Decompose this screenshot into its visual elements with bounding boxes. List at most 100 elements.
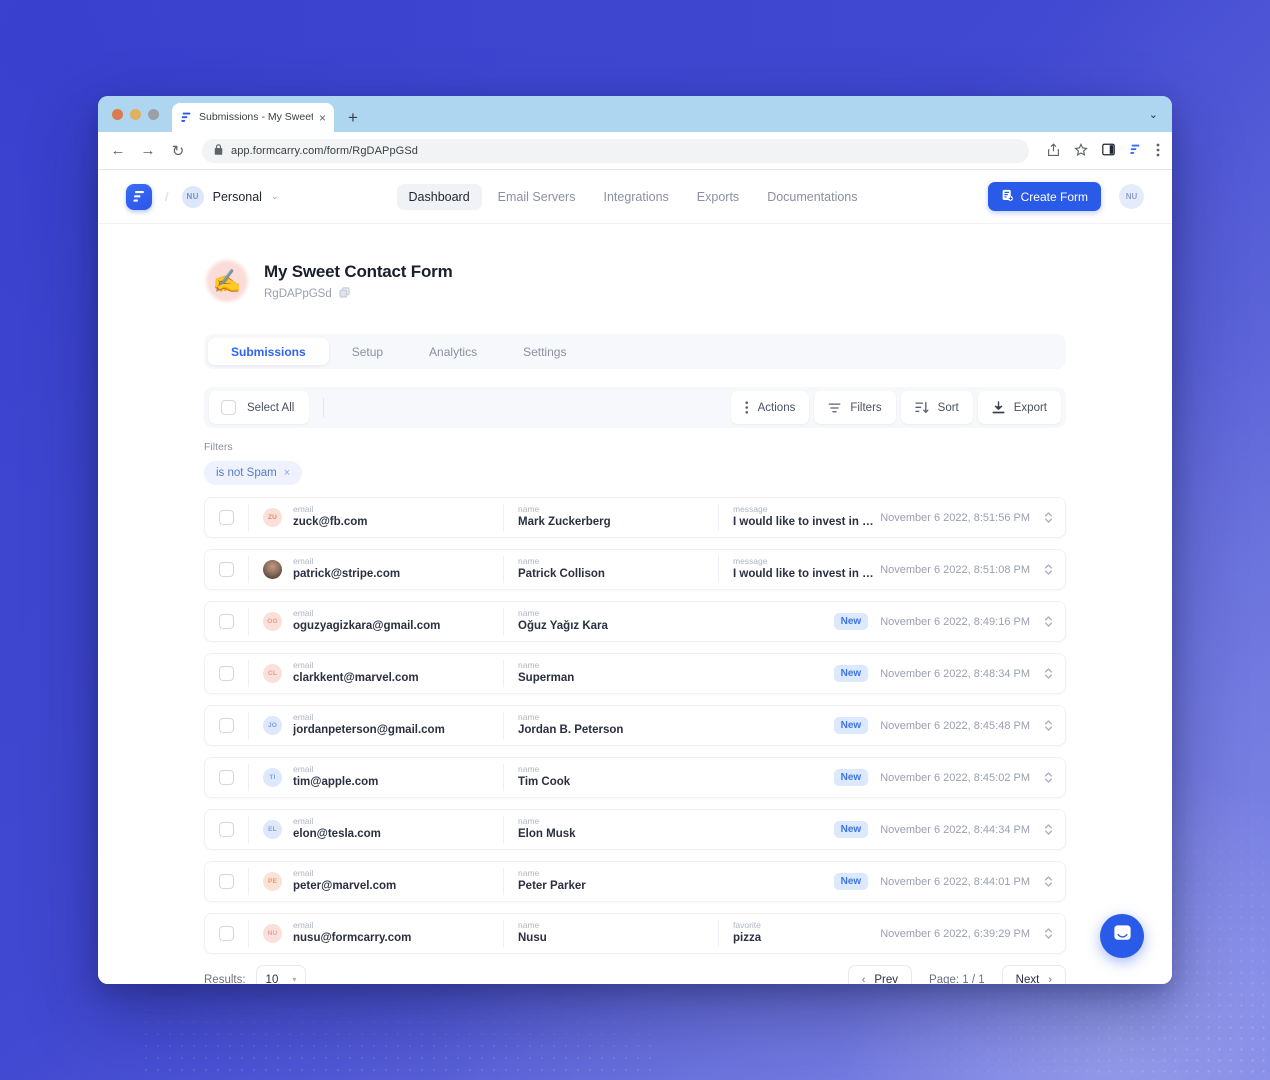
new-tab-button[interactable]: +: [348, 109, 358, 126]
close-window-button[interactable]: [112, 109, 123, 120]
maximize-window-button[interactable]: [148, 109, 159, 120]
copy-icon[interactable]: [339, 286, 350, 301]
status-badge: New: [833, 821, 869, 838]
avatar: JO: [263, 716, 282, 735]
cell-detail: message I would like to invest in Formcar…: [733, 504, 880, 531]
sort-button[interactable]: Sort: [900, 391, 973, 424]
kebab-menu-icon[interactable]: [1156, 143, 1160, 159]
select-all-button[interactable]: Select All: [209, 391, 310, 424]
tab-settings[interactable]: Settings: [500, 338, 589, 365]
cell-name-key: name: [518, 556, 540, 566]
row-checkbox[interactable]: [219, 770, 234, 785]
side-panel-icon[interactable]: [1102, 143, 1115, 158]
expand-row-icon[interactable]: [1044, 667, 1053, 680]
expand-row-icon[interactable]: [1044, 615, 1053, 628]
submission-date: November 6 2022, 8:49:16 PM: [880, 615, 1030, 628]
formcarry-logo-icon[interactable]: [126, 183, 152, 210]
expand-row-icon[interactable]: [1044, 719, 1053, 732]
share-icon[interactable]: [1047, 142, 1060, 159]
create-form-button[interactable]: Create Form: [987, 182, 1101, 211]
nav-link-exports[interactable]: Exports: [685, 184, 751, 210]
submissions-list: ZU email zuck@fb.com name Mark Zuckerberg mes…: [204, 497, 1066, 954]
row-divider: [503, 868, 504, 895]
avatar[interactable]: NU: [1119, 184, 1144, 209]
chevron-right-icon: ›: [1048, 973, 1052, 985]
expand-row-icon[interactable]: [1044, 771, 1053, 784]
next-page-button[interactable]: Next ›: [1001, 965, 1066, 985]
chevron-down-icon[interactable]: ⌄: [1149, 108, 1158, 121]
browser-tab[interactable]: Submissions - My Sweet Conta ×: [172, 103, 334, 132]
filters-button[interactable]: Filters: [814, 391, 896, 424]
cell-name-value: Mark Zuckerberg: [518, 516, 611, 529]
row-divider: [248, 764, 249, 791]
submission-date: November 6 2022, 8:44:34 PM: [880, 823, 1030, 836]
formcarry-favicon-icon: [180, 111, 193, 124]
submission-date: November 6 2022, 8:45:02 PM: [880, 771, 1030, 784]
row-checkbox[interactable]: [219, 718, 234, 733]
table-row[interactable]: TI email tim@apple.com name Tim Cook New Novem…: [204, 757, 1066, 798]
close-tab-button[interactable]: ×: [319, 112, 326, 124]
cell-name-key: name: [518, 660, 540, 670]
actions-button[interactable]: Actions: [731, 391, 810, 424]
close-icon[interactable]: ×: [284, 467, 290, 479]
forward-icon[interactable]: →: [140, 142, 156, 159]
expand-row-icon[interactable]: [1044, 511, 1053, 524]
row-checkbox[interactable]: [219, 614, 234, 629]
intercom-chat-button[interactable]: [1100, 914, 1144, 958]
filter-chip-is-not-spam[interactable]: is not Spam ×: [204, 461, 303, 485]
workspace-name[interactable]: Personal: [213, 190, 262, 204]
table-row[interactable]: EL email elon@tesla.com name Elon Musk New Nov…: [204, 809, 1066, 850]
chevron-down-icon[interactable]: ⌄: [271, 191, 279, 202]
results-per-page-select[interactable]: 10 ▾: [255, 965, 307, 985]
row-checkbox[interactable]: [219, 822, 234, 837]
table-row[interactable]: CL email clarkkent@marvel.com name Superman N…: [204, 653, 1066, 694]
minimize-window-button[interactable]: [130, 109, 141, 120]
cell-email-key: email: [293, 712, 314, 722]
table-row[interactable]: JO email jordanpeterson@gmail.com name Jorda…: [204, 705, 1066, 746]
results-per-page-value: 10: [265, 973, 279, 985]
cell-name-value: Peter Parker: [518, 880, 586, 893]
nav-link-documentations[interactable]: Documentations: [755, 184, 869, 210]
chevron-down-icon: ▾: [292, 975, 297, 984]
table-row[interactable]: NU email nusu@formcarry.com name Nusu favorit…: [204, 913, 1066, 954]
nav-link-email-servers[interactable]: Email Servers: [486, 184, 588, 210]
table-row[interactable]: PE email peter@marvel.com name Peter Parker N…: [204, 861, 1066, 902]
expand-row-icon[interactable]: [1044, 823, 1053, 836]
export-button[interactable]: Export: [977, 391, 1061, 424]
tab-setup[interactable]: Setup: [329, 338, 406, 365]
window-controls[interactable]: [112, 109, 159, 120]
back-icon[interactable]: ←: [110, 142, 126, 159]
cell-name-key: name: [518, 764, 540, 774]
table-row[interactable]: email patrick@stripe.com name Patrick Colli…: [204, 549, 1066, 590]
cell-email-value: tim@apple.com: [293, 776, 379, 789]
reload-icon[interactable]: ↻: [170, 142, 186, 160]
cell-name: name Nusu: [518, 920, 704, 947]
address-bar[interactable]: app.formcarry.com/form/RgDAPpGSd: [202, 138, 1029, 163]
expand-row-icon[interactable]: [1044, 927, 1053, 940]
tab-analytics[interactable]: Analytics: [406, 338, 500, 365]
row-checkbox[interactable]: [219, 510, 234, 525]
table-row[interactable]: OG email oguzyagizkara@gmail.com name Oğuz Y…: [204, 601, 1066, 642]
row-checkbox[interactable]: [219, 874, 234, 889]
cell-email: email nusu@formcarry.com: [293, 920, 489, 947]
expand-row-icon[interactable]: [1044, 563, 1053, 576]
expand-row-icon[interactable]: [1044, 875, 1053, 888]
formcarry-extension-icon[interactable]: [1129, 143, 1142, 158]
row-divider: [503, 920, 504, 947]
row-checkbox[interactable]: [219, 926, 234, 941]
cell-detail-value: pizza: [733, 932, 762, 945]
avatar: [263, 560, 282, 579]
cell-name-key: name: [518, 608, 540, 618]
row-divider: [248, 660, 249, 687]
formcarry-app: / NU Personal ⌄ Dashboard Email Servers …: [98, 170, 1172, 984]
tab-submissions[interactable]: Submissions: [208, 338, 329, 365]
select-all-checkbox[interactable]: [221, 400, 236, 415]
prev-page-button[interactable]: ‹ Prev: [847, 965, 913, 984]
row-checkbox[interactable]: [219, 666, 234, 681]
bookmark-star-icon[interactable]: [1074, 142, 1088, 159]
nav-link-dashboard[interactable]: Dashboard: [396, 183, 482, 210]
submission-date: November 6 2022, 8:44:01 PM: [880, 875, 1030, 888]
row-checkbox[interactable]: [219, 562, 234, 577]
nav-link-integrations[interactable]: Integrations: [591, 184, 680, 210]
table-row[interactable]: ZU email zuck@fb.com name Mark Zuckerberg mes…: [204, 497, 1066, 538]
